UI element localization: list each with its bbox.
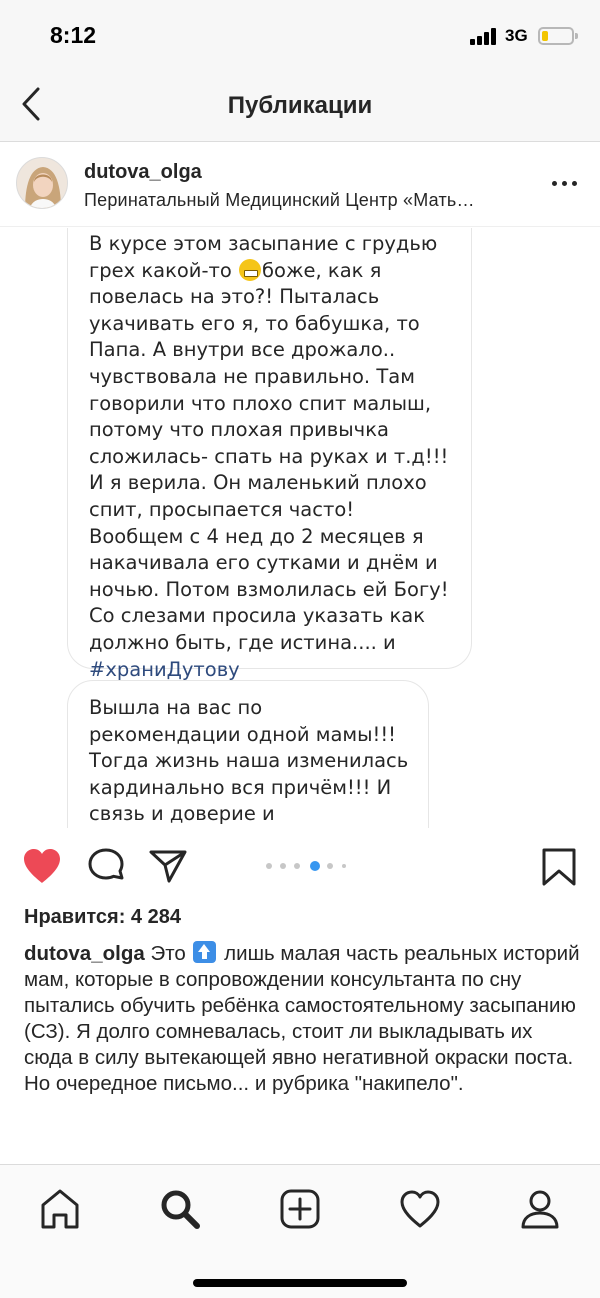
network-type: 3G [505, 26, 528, 45]
home-icon [41, 1189, 79, 1229]
heart-filled-icon [24, 849, 60, 883]
comment-button[interactable] [86, 847, 126, 885]
profile-icon [521, 1190, 559, 1229]
post-username[interactable]: dutova_olga [84, 161, 202, 184]
tab-bar [0, 1164, 600, 1298]
message-text: грех какой-то [89, 258, 238, 282]
message-text: повелась на это?! Пыталась укачивать его… [89, 285, 449, 654]
avatar[interactable] [16, 157, 68, 209]
status-time: 8:12 [50, 22, 97, 48]
message-text: Вышла на вас по рекомендации одной мамы!… [89, 696, 409, 826]
likes-count[interactable]: Нравится: 4 284 [24, 906, 181, 929]
signal-strength-icon [470, 28, 498, 45]
caption-text: Это [150, 942, 186, 965]
post-header: dutova_olga Перинатальный Медицинский Це… [0, 143, 600, 227]
up-arrow-emoji-icon [193, 941, 217, 963]
paper-plane-icon [149, 850, 187, 883]
message-text: В курсе этом засыпание с грудью [89, 232, 438, 255]
tab-new-post[interactable] [278, 1187, 322, 1231]
caption-overflow-line [24, 1156, 444, 1162]
post-caption: dutova_olga Это лишь малая часть реальны… [24, 941, 584, 1097]
search-icon [161, 1190, 200, 1229]
comment-icon [88, 848, 124, 880]
avatar-image [17, 158, 67, 208]
like-button[interactable] [22, 847, 62, 885]
tab-activity[interactable] [398, 1187, 442, 1231]
bookmark-icon [542, 848, 576, 886]
status-bar: 8:12 3G [0, 0, 600, 70]
tab-profile[interactable] [518, 1187, 562, 1231]
navigation-bar: Публикации [0, 70, 600, 142]
grimacing-face-emoji-icon [239, 258, 261, 281]
battery-icon [538, 27, 578, 45]
tab-search[interactable] [158, 1187, 202, 1231]
new-post-icon [280, 1189, 320, 1229]
post-location[interactable]: Перинатальный Медицинский Центр «Мать… [84, 190, 475, 211]
save-button[interactable] [540, 847, 578, 887]
home-indicator[interactable] [193, 1279, 407, 1287]
post-actions [0, 830, 600, 902]
share-button[interactable] [148, 847, 188, 885]
message-bubble: Вышла на вас по рекомендации одной мамы!… [67, 680, 429, 828]
page-title: Публикации [227, 92, 373, 119]
more-options-button[interactable] [550, 179, 578, 189]
post-media[interactable]: В курсе этом засыпание с грудью грех как… [0, 228, 600, 828]
caption-username[interactable]: dutova_olga [24, 942, 145, 965]
message-bubble: В курсе этом засыпание с грудью грех как… [67, 228, 472, 681]
carousel-indicator [266, 861, 356, 871]
tab-home[interactable] [38, 1187, 82, 1231]
hashtag: #храниДутову [89, 657, 240, 681]
message-text: боже, как я [262, 258, 382, 282]
activity-heart-icon [400, 1190, 440, 1228]
